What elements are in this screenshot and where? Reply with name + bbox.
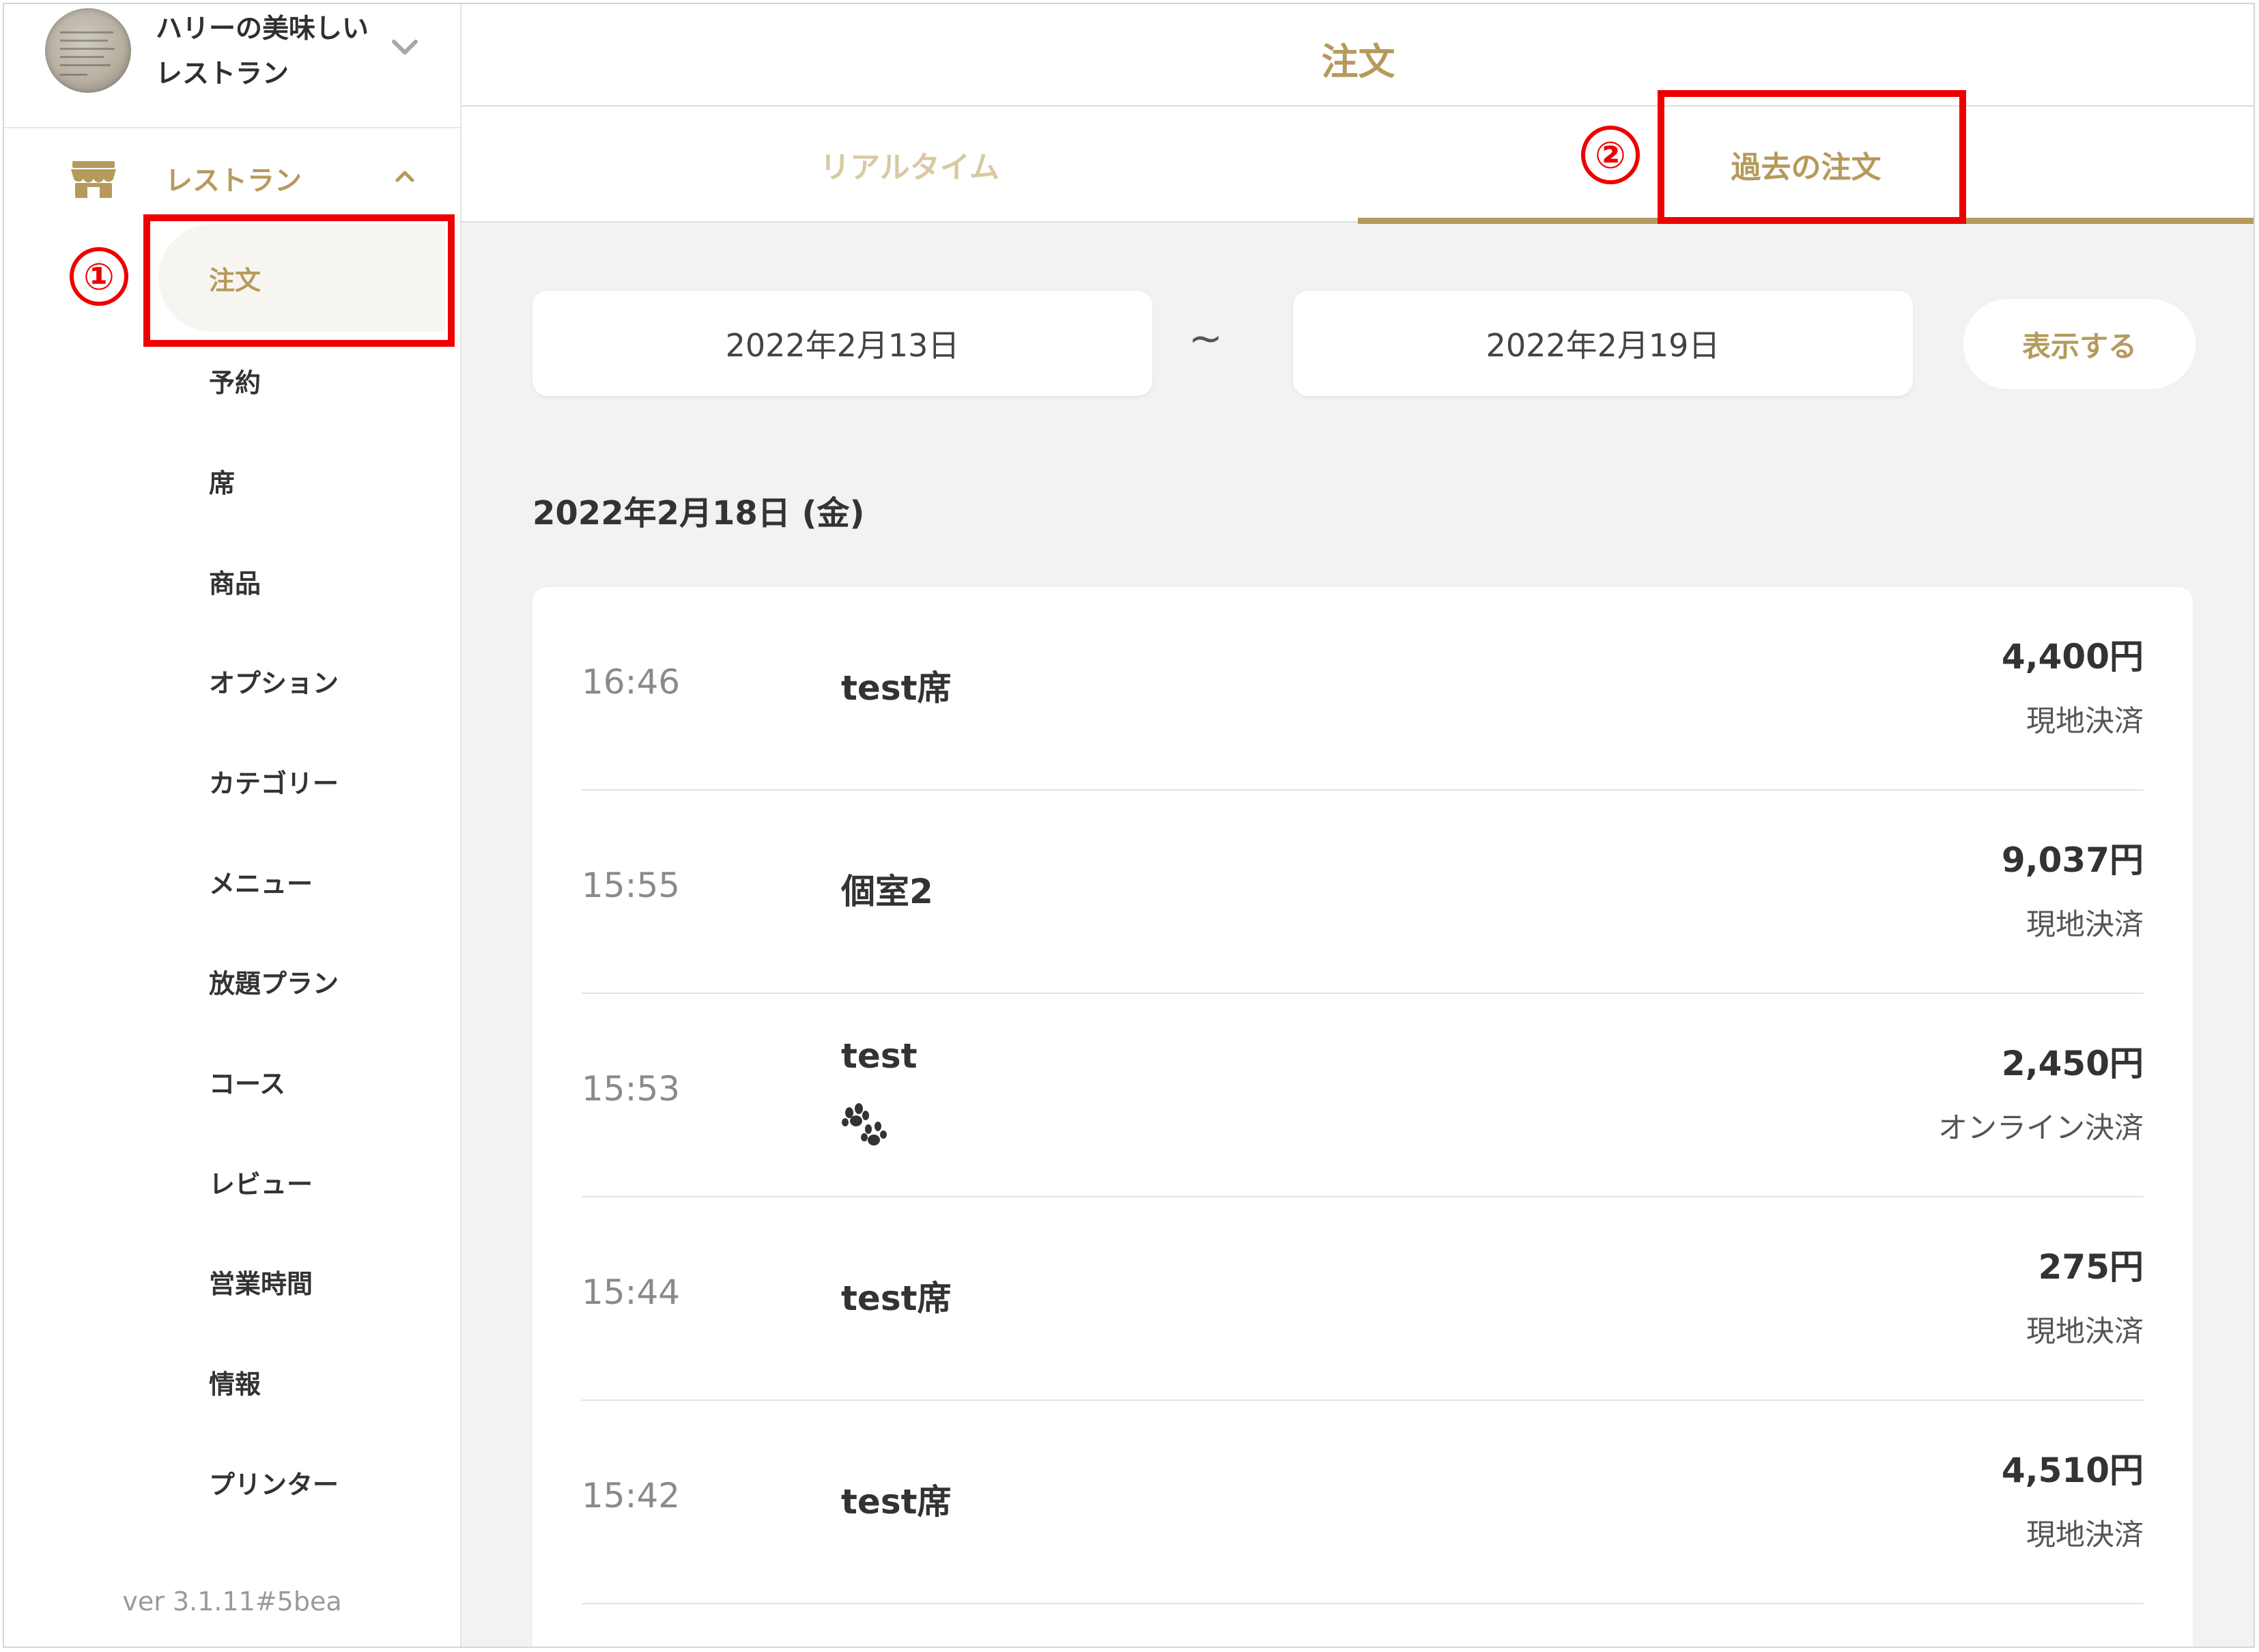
day-heading: 2022年2月18日 (金): [532, 494, 865, 532]
store-name-line1: ハリーの美味しい: [156, 14, 369, 44]
order-time: 15:42: [582, 1476, 681, 1515]
order-price: 4,400円: [2001, 637, 2144, 677]
order-time: 15:53: [582, 1069, 681, 1109]
order-payment: 現地決済: [2026, 1315, 2144, 1349]
order-payment: オンライン決済: [1938, 1111, 2144, 1145]
order-time: 16:46: [582, 662, 681, 702]
sidebar-item-categories[interactable]: カテゴリー: [158, 726, 445, 836]
order-row[interactable]: 15:55 個室2 9,037円 現地決済: [582, 791, 2144, 994]
order-payment: 現地決済: [2026, 1518, 2144, 1552]
tab-realtime[interactable]: リアルタイム: [461, 106, 1358, 223]
sidebar-item-menu[interactable]: メニュー: [158, 826, 445, 937]
sidebar-item-products[interactable]: 商品: [158, 526, 445, 636]
order-row[interactable]: 15:53 test 2,450円 オンライン決済: [582, 994, 2144, 1197]
sidebar-section-restaurant[interactable]: レストラン: [4, 141, 460, 216]
order-row[interactable]: 15:44 test席 275円 現地決済: [582, 1197, 2144, 1401]
annotation-step-1: ①: [70, 247, 128, 306]
order-seat: test席: [841, 668, 952, 708]
date-range-separator: ~: [1188, 315, 1223, 362]
tab-bar: リアルタイム 過去の注文: [461, 106, 2254, 224]
paw-icon: [841, 1103, 889, 1151]
order-seat: test席: [841, 1279, 952, 1318]
order-time: 15:44: [582, 1272, 681, 1312]
sidebar-item-printers[interactable]: プリンター: [158, 1427, 445, 1537]
header-bar: 注文: [461, 4, 2254, 106]
order-price: 4,510円: [2001, 1451, 2144, 1490]
sidebar-item-info[interactable]: 情報: [158, 1326, 445, 1437]
main-content: 注文 リアルタイム 過去の注文 2022年2月13日 ~ 2022年2月19日 …: [461, 4, 2254, 1647]
page-title: 注文: [1321, 40, 1395, 83]
sidebar-item-reviews[interactable]: レビュー: [158, 1126, 445, 1237]
date-from-picker[interactable]: 2022年2月13日: [532, 291, 1152, 396]
order-payment: 現地決済: [2026, 908, 2144, 942]
chevron-down-icon[interactable]: [386, 34, 423, 64]
sidebar-item-business-hours[interactable]: 営業時間: [158, 1226, 445, 1337]
order-seat: test席: [841, 1482, 952, 1522]
store-avatar: [45, 8, 131, 93]
chevron-up-icon[interactable]: [388, 160, 422, 194]
order-row[interactable]: 15:42 test席 4,510円 現地決済: [582, 1401, 2144, 1604]
version-label: ver 3.1.11#5bea: [122, 1586, 342, 1617]
store-switcher[interactable]: ハリーの美味しい レストラン: [4, 4, 460, 128]
orders-list: 16:46 test席 4,400円 現地決済 15:55 個室2 9,037円…: [532, 587, 2193, 1647]
sidebar-section-label: レストラン: [165, 165, 302, 197]
annotation-box-past-orders: [1658, 90, 1966, 224]
order-row[interactable]: 16:46 test席 4,400円 現地決済: [582, 587, 2144, 791]
sidebar-item-courses[interactable]: コース: [158, 1026, 445, 1137]
sidebar-item-options[interactable]: オプション: [158, 625, 445, 736]
app-window: ハリーの美味しい レストラン レストラン 注文 予約 席 商品 オプション カテ…: [3, 3, 2255, 1648]
sidebar-item-seats[interactable]: 席: [158, 425, 445, 536]
store-name-line2: レストラン: [156, 59, 289, 89]
order-payment: 現地決済: [2026, 704, 2144, 739]
shop-icon: [70, 160, 117, 199]
order-price: 275円: [2038, 1247, 2144, 1287]
order-seat: 個室2: [841, 872, 933, 911]
order-price: 9,037円: [2001, 840, 2144, 880]
order-price: 2,450円: [2001, 1044, 2144, 1083]
show-button[interactable]: 表示する: [1963, 299, 2196, 389]
order-seat: test: [841, 1036, 918, 1076]
date-to-picker[interactable]: 2022年2月19日: [1293, 291, 1913, 396]
order-time: 15:55: [582, 866, 681, 905]
sidebar-item-all-you-can-plans[interactable]: 放題プラン: [158, 926, 445, 1036]
annotation-step-2: ②: [1581, 126, 1640, 184]
annotation-box-orders: [143, 214, 455, 347]
store-name: ハリーの美味しい レストラン: [156, 7, 388, 97]
